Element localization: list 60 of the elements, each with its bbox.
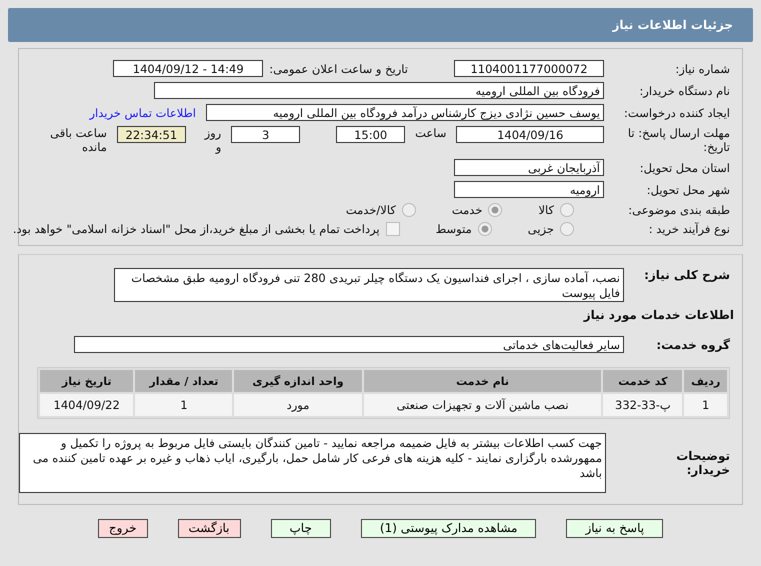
column-header: تعداد / مقدار — [135, 370, 232, 392]
field-label: شماره نیاز: — [674, 62, 731, 76]
field-label: استان محل تحویل: — [638, 160, 731, 174]
field-label: شرح کلی نیاز: — [643, 268, 731, 282]
action-button[interactable]: پاسخ به نیاز — [566, 519, 664, 538]
table-cell: 1404/09/22 — [40, 394, 134, 416]
deadline-date-field: 1404/09/16 — [456, 126, 604, 143]
field-label: ایجاد کننده درخواست: — [623, 106, 731, 120]
radio-label: کالا — [538, 203, 554, 217]
days-label: روز و — [203, 126, 222, 154]
radio-button[interactable] — [560, 222, 574, 236]
time-label: ساعت — [415, 126, 446, 140]
city-field: ارومیه — [454, 181, 604, 198]
action-button[interactable]: چاپ — [270, 519, 331, 538]
column-header: نام خدمت — [364, 370, 602, 392]
checkbox-label: پرداخت تمام یا بخشی از مبلغ خرید،از محل "اسناد خزانه اسلامی" خواهد بود. — [12, 222, 380, 236]
remaining-label: ساعت باقی مانده — [49, 126, 107, 154]
buyer-field: فرودگاه بین المللی ارومیه — [154, 82, 604, 99]
column-header: تاریخ نیاز — [40, 370, 134, 392]
table-cell: 1 — [684, 394, 727, 416]
deadline-time-field: 15:00 — [336, 126, 406, 143]
radio-button[interactable] — [560, 203, 574, 217]
need-number-field: 1104001177000072 — [454, 60, 604, 77]
remaining-time-field: 22:34:51 — [116, 126, 186, 143]
field-label: تاریخ و ساعت اعلان عمومی: — [269, 62, 408, 76]
table-cell: نصب ماشین آلات و تجهیزات صنعتی — [364, 394, 602, 416]
radio-label: خدمت — [452, 203, 482, 217]
action-button[interactable]: مشاهده مدارک پیوستی (1) — [360, 519, 536, 538]
buyer-notes-field: جهت کسب اطلاعات بیشتر به فایل ضمیمه مراجعه نمایید - تامین کنندگان بایستی فایل مربوط به پروژه را تکمیل و ممهورشده بارگزاری نمایند - کلیه هزینه های فرعی کار شامل حمل، بارگیری، ایاب ذهاب و غیره بر عهده تامین کننده می باشد — [19, 433, 606, 493]
radio-label: متوسط — [436, 222, 472, 236]
radio-button[interactable] — [402, 203, 416, 217]
field-label: مهلت ارسال پاسخ: تا تاریخ: — [626, 126, 731, 154]
action-button[interactable]: بازگشت — [178, 519, 240, 538]
table-cell: 1 — [135, 394, 232, 416]
radio-label: کالا/خدمت — [346, 203, 396, 217]
field-label: طبقه بندی موضوعی: — [627, 203, 731, 217]
table-cell: پ-33-332 — [603, 394, 682, 416]
province-field: آذربایجان غربی — [454, 159, 604, 176]
service-group-field: سایر فعالیت‌های خدماتی — [74, 336, 624, 353]
creator-field: یوسف حسین نژادی دیزج کارشناس درآمد فرودگاه بین المللی ارومیه — [206, 104, 604, 121]
radio-button[interactable] — [478, 222, 492, 236]
page-title: جزئیات اطلاعات نیاز — [612, 18, 733, 32]
column-header: واحد اندازه گیری — [234, 370, 362, 392]
description-field: نصب، آماده سازی ، اجرای فنداسیون یک دستگاه چیلر تبریدی 280 تنی فرودگاه ارومیه طبق مشخصات فایل پیوست — [114, 268, 624, 302]
radio-button[interactable] — [488, 203, 502, 217]
field-label: نوع فرآیند خرید : — [648, 222, 731, 236]
radio-label: جزیی — [528, 222, 554, 236]
column-header: ردیف — [684, 370, 727, 392]
announce-date-field: 1404/09/12 - 14:49 — [113, 60, 264, 77]
days-field: 3 — [231, 126, 300, 143]
checkbox[interactable] — [386, 222, 400, 236]
field-label: شهر محل تحویل: — [646, 182, 731, 196]
field-label: گروه خدمت: — [655, 338, 731, 352]
table-cell: مورد — [234, 394, 362, 416]
field-label: توضیحات خریدار: — [675, 448, 731, 477]
buyer-contact-link[interactable]: اطلاعات تماس خریدار — [89, 106, 196, 120]
column-header: کد خدمت — [603, 370, 682, 392]
field-label: نام دستگاه خریدار: — [638, 84, 731, 98]
section-title: اطلاعات خدمات مورد نیاز — [582, 308, 735, 322]
action-button[interactable]: خروج — [98, 519, 148, 538]
